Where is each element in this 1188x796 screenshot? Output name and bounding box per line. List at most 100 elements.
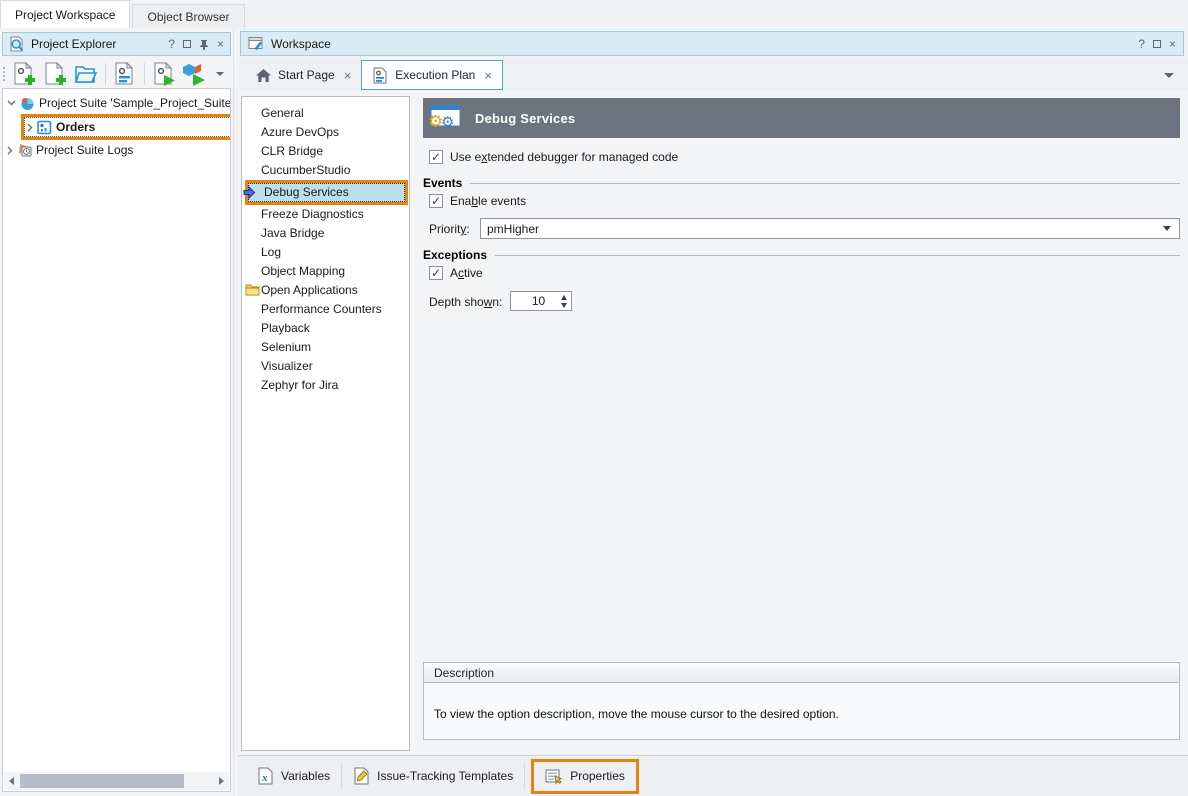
- enable-events-label: Enable events: [450, 194, 526, 208]
- checkmark-icon: ✓: [431, 195, 441, 207]
- tab-start-page[interactable]: Start Page ×: [246, 60, 361, 90]
- depth-shown-spinner[interactable]: 10: [510, 291, 572, 311]
- maximize-button[interactable]: [1153, 40, 1161, 48]
- tab-project-workspace[interactable]: Project Workspace: [0, 0, 130, 28]
- help-button[interactable]: ?: [1138, 38, 1145, 50]
- project-suite-icon: [20, 96, 35, 111]
- help-button[interactable]: ?: [168, 38, 175, 50]
- depth-shown-label: Depth shown:: [429, 295, 502, 309]
- properties-editor: General Azure DevOps CLR Bridge Cucumber…: [238, 90, 1188, 755]
- settings-page-title: Debug Services: [475, 111, 575, 126]
- scroll-right-arrow[interactable]: [219, 777, 224, 785]
- chevron-down-icon[interactable]: [7, 100, 16, 106]
- category-general[interactable]: General: [242, 104, 409, 123]
- selected-item-highlight: Orders: [21, 114, 231, 140]
- category-open-applications[interactable]: Open Applications: [242, 281, 409, 300]
- tree-item-project-suite-logs[interactable]: Project Suite Logs: [3, 140, 230, 160]
- checkmark-icon: ✓: [431, 267, 441, 279]
- priority-label: Priority:: [429, 222, 470, 236]
- checkmark-icon: ✓: [431, 151, 441, 163]
- toolbar-grip[interactable]: [3, 67, 5, 81]
- workspace-title: Workspace: [271, 37, 331, 51]
- description-text: To view the option description, move the…: [424, 683, 1179, 721]
- project-explorer-panel: Project Explorer ? ×: [0, 28, 234, 796]
- tree-item-orders[interactable]: Orders: [24, 117, 231, 137]
- scroll-left-arrow[interactable]: [9, 777, 14, 785]
- svg-text:x: x: [261, 772, 268, 784]
- logs-icon: [17, 143, 32, 158]
- tab-list-dropdown-caret[interactable]: [1164, 73, 1174, 78]
- active-row: ✓ Active: [429, 266, 483, 280]
- close-tab-icon[interactable]: ×: [484, 68, 492, 83]
- properties-icon: [545, 768, 563, 785]
- tab-properties[interactable]: Properties: [534, 762, 636, 791]
- category-selenium[interactable]: Selenium: [242, 338, 409, 357]
- category-freeze-diagnostics[interactable]: Freeze Diagnostics: [242, 205, 409, 224]
- add-new-item-button[interactable]: [41, 61, 69, 87]
- spinner-down-arrow[interactable]: [561, 303, 567, 308]
- tab-variables[interactable]: x Variables: [246, 756, 341, 796]
- execution-plan-icon: [372, 67, 388, 84]
- settings-category-list: General Azure DevOps CLR Bridge Cucumber…: [241, 96, 410, 751]
- tree-item-project-suite[interactable]: Project Suite 'Sample_Project_Suite' (1 …: [3, 93, 230, 113]
- organize-tests-button[interactable]: [111, 61, 139, 87]
- selected-category-highlight: Debug Services: [245, 180, 408, 205]
- exceptions-group-header: Exceptions: [423, 248, 1180, 262]
- variables-icon: x: [257, 767, 274, 785]
- category-clr-bridge[interactable]: CLR Bridge: [242, 142, 409, 161]
- enable-events-checkbox[interactable]: ✓: [429, 194, 443, 208]
- chevron-right-icon[interactable]: [7, 146, 13, 155]
- enable-events-row: ✓ Enable events: [429, 194, 526, 208]
- scrollbar-thumb[interactable]: [20, 774, 184, 788]
- tab-execution-plan[interactable]: Execution Plan ×: [361, 60, 503, 90]
- category-debug-services[interactable]: Debug Services: [248, 183, 405, 202]
- run-test-button[interactable]: [150, 61, 178, 87]
- priority-value: pmHigher: [487, 222, 1163, 236]
- category-performance-counters[interactable]: Performance Counters: [242, 300, 409, 319]
- depth-shown-value: 10: [511, 294, 556, 308]
- close-button[interactable]: ×: [217, 38, 224, 50]
- panel-title: Project Explorer: [31, 37, 116, 51]
- maximize-button[interactable]: [183, 40, 191, 48]
- toolbar-dropdown-caret[interactable]: [216, 72, 224, 76]
- editor-bottom-tab-bar: x Variables Issue-Tracking Templates: [238, 755, 1188, 796]
- category-visualizer[interactable]: Visualizer: [242, 357, 409, 376]
- priority-dropdown[interactable]: pmHigher: [480, 218, 1180, 239]
- application-window: Project Workspace Object Browser Project…: [0, 0, 1188, 796]
- pin-button[interactable]: [199, 39, 209, 50]
- project-explorer-icon: [9, 36, 25, 52]
- description-header: Description: [424, 663, 1179, 683]
- tab-issue-tracking-templates[interactable]: Issue-Tracking Templates: [342, 756, 524, 796]
- horizontal-scrollbar[interactable]: [4, 772, 229, 790]
- close-button[interactable]: ×: [1169, 38, 1176, 50]
- debug-services-header: ⚙ ⚙ Debug Services: [423, 98, 1180, 138]
- category-playback[interactable]: Playback: [242, 319, 409, 338]
- open-file-button[interactable]: [72, 61, 100, 87]
- category-object-mapping[interactable]: Object Mapping: [242, 262, 409, 281]
- run-project-suite-button[interactable]: [181, 61, 209, 87]
- chevron-right-icon[interactable]: [27, 123, 33, 132]
- project-tree: Project Suite 'Sample_Project_Suite' (1 …: [2, 88, 231, 792]
- issue-tracking-icon: [353, 767, 370, 785]
- category-java-bridge[interactable]: Java Bridge: [242, 224, 409, 243]
- category-cucumberstudio[interactable]: CucumberStudio: [242, 161, 409, 180]
- spinner-up-arrow[interactable]: [561, 295, 567, 300]
- debug-services-icon: ⚙ ⚙: [428, 103, 462, 133]
- add-new-project-button[interactable]: [10, 61, 38, 87]
- project-explorer-toolbar: [2, 60, 231, 88]
- active-bottom-tab-highlight: Properties: [531, 759, 639, 794]
- active-checkbox[interactable]: ✓: [429, 266, 443, 280]
- category-log[interactable]: Log: [242, 243, 409, 262]
- description-panel: Description To view the option descripti…: [423, 662, 1180, 740]
- close-tab-icon[interactable]: ×: [344, 68, 352, 83]
- workspace-header: Workspace ? ×: [240, 31, 1184, 56]
- category-zephyr-for-jira[interactable]: Zephyr for Jira: [242, 376, 409, 395]
- use-extended-debugger-label: Use extended debugger for managed code: [450, 150, 678, 164]
- tab-object-browser[interactable]: Object Browser: [132, 4, 244, 28]
- use-extended-debugger-checkbox[interactable]: ✓: [429, 150, 443, 164]
- project-icon: [37, 120, 52, 135]
- workspace-tab-bar: Start Page × Execution Plan ×: [238, 60, 1188, 90]
- project-explorer-header: Project Explorer ? ×: [2, 32, 231, 56]
- dropdown-arrow-icon: [1163, 226, 1171, 231]
- category-azure-devops[interactable]: Azure DevOps: [242, 123, 409, 142]
